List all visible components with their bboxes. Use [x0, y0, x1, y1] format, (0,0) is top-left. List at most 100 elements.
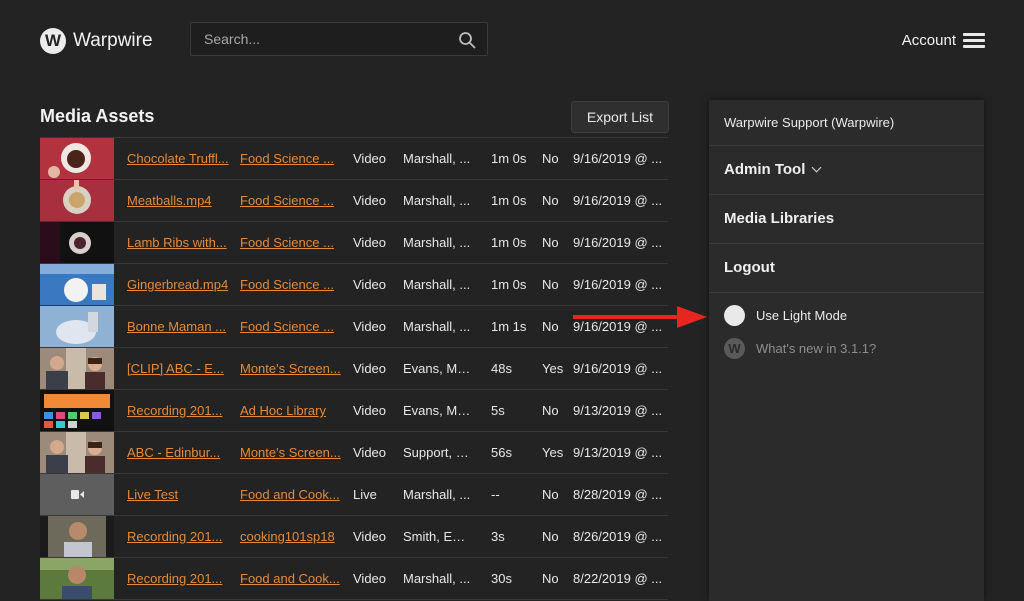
media-title-link[interactable]: Recording 201... — [127, 390, 230, 431]
search-box — [190, 22, 488, 56]
account-menu-panel: Warpwire Support (Warpwire) Admin Tool M… — [709, 100, 984, 601]
warpwire-logo[interactable]: W Warpwire — [40, 28, 153, 54]
media-thumbnail[interactable] — [40, 180, 114, 221]
media-owner: Marshall, ... — [403, 277, 471, 292]
media-date: 9/13/2019 @ ... — [573, 445, 663, 460]
whats-new-link[interactable]: W What's new in 3.1.1? — [724, 338, 876, 359]
media-library-link[interactable]: Monte's Screen... — [240, 432, 344, 473]
media-date: 9/16/2019 @ ... — [573, 277, 663, 292]
toggle-circle-icon[interactable] — [724, 305, 745, 326]
media-library-link[interactable]: Food Science ... — [240, 222, 344, 263]
media-owner: Support, W... — [403, 445, 475, 460]
media-captions: No — [542, 403, 559, 418]
media-title-link[interactable]: Recording 201... — [127, 558, 230, 599]
media-captions: No — [542, 235, 559, 250]
media-captions: Yes — [542, 445, 564, 460]
media-title-link[interactable]: Lamb Ribs with... — [127, 222, 230, 263]
table-row[interactable]: ABC - Edinbur... Monte's Screen... Video Su… — [40, 432, 668, 474]
media-title-link[interactable]: ABC - Edinbur... — [127, 432, 230, 473]
media-type: Video — [353, 277, 387, 292]
media-captions: No — [542, 571, 559, 586]
media-owner: Evans, Mo... — [403, 361, 475, 376]
media-date: 9/16/2019 @ ... — [573, 151, 663, 166]
media-library-link[interactable]: cooking101sp18 — [240, 516, 344, 557]
media-type: Live — [353, 487, 377, 502]
hamburger-menu-icon[interactable] — [963, 33, 985, 48]
media-thumbnail[interactable] — [40, 432, 114, 473]
media-title-link[interactable]: Bonne Maman ... — [127, 306, 230, 347]
media-thumbnail[interactable] — [40, 222, 114, 263]
media-date: 8/22/2019 @ ... — [573, 571, 663, 586]
media-title-link[interactable]: Gingerbread.mp4 — [127, 264, 230, 305]
media-library-link[interactable]: Food and Cook... — [240, 474, 344, 515]
media-library-link[interactable]: Ad Hoc Library — [240, 390, 344, 431]
media-thumbnail[interactable] — [40, 138, 114, 179]
table-row[interactable]: Chocolate Truffl... Food Science ... Video… — [40, 138, 668, 180]
media-owner: Marshall, ... — [403, 151, 471, 166]
search-icon[interactable] — [458, 31, 476, 49]
media-captions: No — [542, 151, 559, 166]
media-duration: 48s — [491, 361, 512, 376]
media-type: Video — [353, 235, 387, 250]
media-thumbnail[interactable] — [40, 264, 114, 305]
account-link[interactable]: Account — [902, 32, 956, 49]
table-row[interactable]: Meatballs.mp4 Food Science ... Video Marsha… — [40, 180, 668, 222]
media-date: 9/16/2019 @ ... — [573, 361, 663, 376]
media-thumbnail[interactable] — [40, 348, 114, 389]
media-captions: No — [542, 487, 559, 502]
media-duration: 5s — [491, 403, 505, 418]
media-duration: 1m 0s — [491, 277, 527, 292]
media-title-link[interactable]: Live Test — [127, 474, 230, 515]
media-thumbnail[interactable] — [40, 516, 114, 557]
media-duration: 1m 0s — [491, 151, 527, 166]
media-type: Video — [353, 151, 387, 166]
menu-item-media-libraries[interactable]: Media Libraries — [709, 195, 984, 244]
light-mode-toggle[interactable]: Use Light Mode — [724, 305, 847, 326]
menu-item-admin-tool[interactable]: Admin Tool — [709, 146, 984, 195]
table-row[interactable]: Gingerbread.mp4 Food Science ... Video Mars… — [40, 264, 668, 306]
media-assets-table: Chocolate Truffl... Food Science ... Video… — [40, 137, 668, 600]
table-row[interactable]: Recording 201... Ad Hoc Library Video Evans… — [40, 390, 668, 432]
logo-icon: W — [40, 28, 66, 54]
table-row[interactable]: [CLIP] ABC - E... Monte's Screen... Video E… — [40, 348, 668, 390]
media-library-link[interactable]: Food and Cook... — [240, 558, 344, 599]
media-library-link[interactable]: Monte's Screen... — [240, 348, 344, 389]
table-row[interactable]: Lamb Ribs with... Food Science ... Video Ma… — [40, 222, 668, 264]
media-owner: Marshall, ... — [403, 319, 471, 334]
media-title-link[interactable]: Chocolate Truffl... — [127, 138, 230, 179]
light-mode-label: Use Light Mode — [756, 308, 848, 323]
media-type: Video — [353, 319, 387, 334]
menu-item-logout[interactable]: Logout — [709, 244, 984, 293]
media-captions: No — [542, 193, 559, 208]
media-duration: 3s — [491, 529, 505, 544]
media-owner: Marshall, ... — [403, 235, 471, 250]
media-type: Video — [353, 193, 387, 208]
media-duration: 56s — [491, 445, 512, 460]
export-list-button[interactable]: Export List — [571, 101, 669, 133]
media-captions: Yes — [542, 361, 564, 376]
menu-user-name: Warpwire Support (Warpwire) — [709, 100, 984, 146]
media-title-link[interactable]: Meatballs.mp4 — [127, 180, 230, 221]
admin-tool-label: Admin Tool — [724, 161, 806, 178]
media-owner: Smith, Emile — [403, 529, 475, 544]
media-type: Video — [353, 445, 387, 460]
table-row[interactable]: Recording 201... cooking101sp18 Video Smith… — [40, 516, 668, 558]
media-library-link[interactable]: Food Science ... — [240, 180, 344, 221]
table-row[interactable]: Recording 201... Food and Cook... Video Mar… — [40, 558, 668, 600]
media-thumbnail[interactable] — [40, 558, 114, 599]
table-row[interactable]: Live Test Food and Cook... Live Marshall, .… — [40, 474, 668, 516]
media-library-link[interactable]: Food Science ... — [240, 138, 344, 179]
media-date: 8/26/2019 @ ... — [573, 529, 663, 544]
media-date: 8/28/2019 @ ... — [573, 487, 663, 502]
media-title-link[interactable]: Recording 201... — [127, 516, 230, 557]
media-type: Video — [353, 361, 387, 376]
media-thumbnail[interactable] — [40, 306, 114, 347]
media-duration: -- — [491, 487, 500, 502]
media-thumbnail[interactable] — [40, 390, 114, 431]
search-input[interactable] — [191, 23, 454, 55]
whats-new-label: What's new in 3.1.1? — [756, 341, 877, 356]
media-library-link[interactable]: Food Science ... — [240, 306, 344, 347]
media-library-link[interactable]: Food Science ... — [240, 264, 344, 305]
media-title-link[interactable]: [CLIP] ABC - E... — [127, 348, 230, 389]
media-thumbnail[interactable] — [40, 474, 114, 515]
